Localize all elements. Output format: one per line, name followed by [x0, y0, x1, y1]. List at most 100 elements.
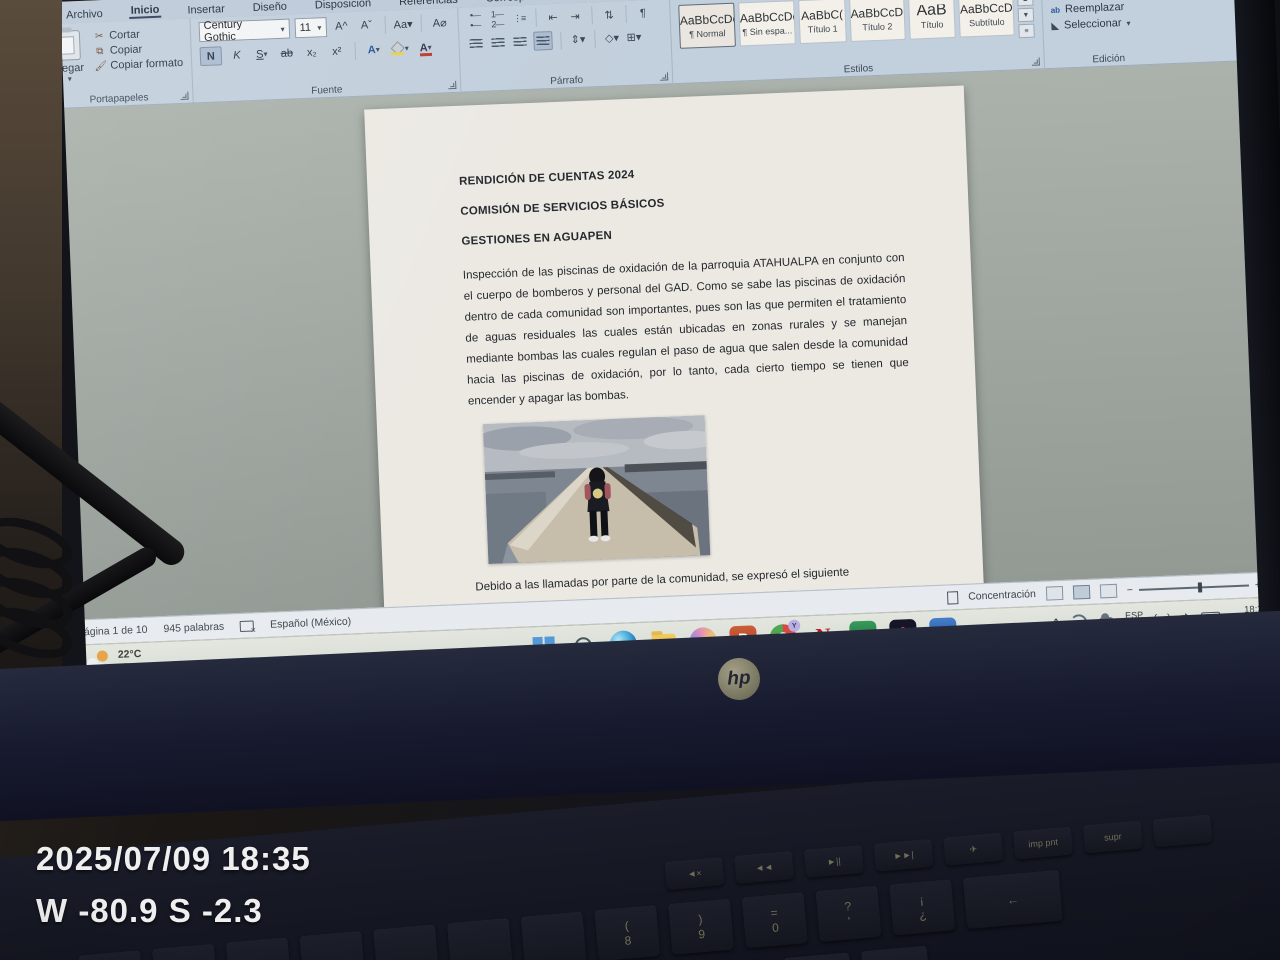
- styles-more-button[interactable]: ≡: [1018, 24, 1035, 39]
- tab-insertar[interactable]: Insertar: [185, 3, 227, 17]
- style-titulo[interactable]: AaBTítulo: [908, 0, 957, 40]
- style-titulo-2[interactable]: AaBbCcDTítulo 2: [849, 0, 905, 42]
- bullets-button[interactable]: •—•—: [466, 11, 484, 29]
- key-blank: [1152, 814, 1212, 847]
- tab-referencias[interactable]: Referencias: [397, 0, 460, 8]
- focus-icon: [947, 591, 959, 604]
- highlight-button[interactable]: ▾: [388, 40, 411, 58]
- chevron-down-icon: ▾: [68, 74, 72, 83]
- clear-format-button[interactable]: A⌀: [429, 14, 450, 32]
- sort-button[interactable]: ⇅: [600, 6, 618, 24]
- cut-button[interactable]: ✂Cortar: [93, 27, 182, 43]
- shading-button[interactable]: ◇▾: [603, 29, 621, 47]
- key-0: = 0: [742, 892, 808, 948]
- key-supr: supr: [1083, 821, 1143, 854]
- zoom-thumb[interactable]: [1198, 583, 1202, 593]
- web-layout-button[interactable]: [1100, 584, 1118, 599]
- font-size-select[interactable]: 11▾: [294, 17, 327, 38]
- weather-temp: 22°C: [118, 648, 142, 661]
- key-next-track: ►►|: [874, 839, 934, 872]
- shrink-font-button[interactable]: Aˇ: [356, 17, 377, 35]
- subscript-button[interactable]: x₂: [301, 43, 322, 61]
- key-play-pause: ►||: [804, 845, 864, 878]
- key-airplane: ✈: [943, 833, 1003, 866]
- doc-paragraph: Inspección de las piscinas de oxidación …: [463, 248, 911, 412]
- group-fuente: Century Gothic▾ 11▾ A^ Aˇ Aa▾ A⌀ N K S▾ …: [190, 8, 461, 103]
- show-marks-button[interactable]: ¶: [634, 4, 652, 22]
- grow-font-button[interactable]: A^: [331, 18, 352, 36]
- key-9: ) 9: [668, 899, 734, 955]
- style-sin-espaciado[interactable]: AaBbCcDc¶ Sin espa...: [738, 0, 796, 46]
- document-area: RENDICIÓN DE CUENTAS 2024 COMISIÓN DE SE…: [46, 61, 1271, 620]
- key-blank: [152, 944, 218, 960]
- copy-button[interactable]: ⧉Copiar: [94, 42, 183, 58]
- word-count[interactable]: 945 palabras: [163, 621, 224, 635]
- style-subtitulo[interactable]: AaBbCcDSubtítulo: [958, 0, 1014, 38]
- underline-button[interactable]: S▾: [252, 45, 273, 63]
- read-mode-button[interactable]: [1046, 586, 1064, 601]
- italic-button[interactable]: K: [227, 46, 248, 64]
- laptop-screen: Archivo Inicio Insertar Diseño Disposici…: [42, 0, 1274, 694]
- select-button[interactable]: ◣Seleccionar▾: [1051, 15, 1163, 31]
- profile-badge: Y: [788, 620, 800, 632]
- language-indicator[interactable]: Español (México): [270, 616, 352, 631]
- key-mute: ◄×: [664, 857, 724, 890]
- strikethrough-button[interactable]: ab: [276, 44, 297, 62]
- bold-button[interactable]: N: [200, 46, 223, 66]
- focus-mode[interactable]: Concentración: [968, 588, 1036, 603]
- tab-diseno[interactable]: Diseño: [250, 1, 289, 15]
- replace-button[interactable]: abReemplazar: [1050, 0, 1162, 16]
- dialog-launcher-icon[interactable]: [660, 72, 668, 80]
- document-page[interactable]: RENDICIÓN DE CUENTAS 2024 COMISIÓN DE SE…: [364, 86, 984, 616]
- key-backspace: ←: [963, 870, 1063, 929]
- document-photo[interactable]: [483, 416, 710, 565]
- format-painter-button[interactable]: 🖌Copiar formato: [94, 57, 183, 73]
- text-effects-button[interactable]: A▾: [363, 41, 384, 59]
- group-portapapeles: Pegar ▾ ✂Cortar ⧉Copiar 🖌Copiar formato …: [42, 19, 193, 109]
- tab-inicio[interactable]: Inicio: [128, 4, 161, 19]
- styles-scroll-down[interactable]: ▼: [1018, 8, 1035, 23]
- align-center-button[interactable]: [489, 34, 507, 52]
- dialog-launcher-icon[interactable]: [448, 81, 456, 89]
- scissors-icon: ✂: [93, 30, 105, 41]
- group-estilos: AaBbCcDc¶ Normal AaBbCcDc¶ Sin espa... A…: [670, 0, 1045, 83]
- key-8: ( 8: [594, 905, 660, 960]
- dialog-launcher-icon[interactable]: [1032, 57, 1040, 65]
- borders-button[interactable]: ⊞▾: [625, 28, 643, 46]
- decrease-indent-button[interactable]: ⇤: [544, 8, 562, 26]
- print-layout-button[interactable]: [1073, 585, 1091, 600]
- overlay-gps-coords: W -80.9 S -2.3: [36, 892, 311, 930]
- zoom-out-button[interactable]: −: [1127, 584, 1134, 596]
- zoom-slider[interactable]: − +: [1127, 579, 1262, 596]
- key-apostrophe: ? ': [815, 886, 881, 942]
- doc-heading-1: RENDICIÓN DE CUENTAS 2024: [459, 158, 901, 188]
- justify-button[interactable]: [533, 31, 553, 51]
- dialog-launcher-icon[interactable]: [180, 92, 188, 100]
- key-blank: [78, 950, 144, 960]
- increase-indent-button[interactable]: ⇥: [566, 7, 584, 25]
- camera-overlay: 2025/07/09 18:35 W -80.9 S -2.3: [36, 840, 311, 930]
- key-blank: [447, 918, 513, 960]
- superscript-button[interactable]: x²: [326, 42, 347, 60]
- style-titulo-1[interactable]: AaBbC(Título 1: [798, 0, 847, 44]
- page-indicator[interactable]: Página 1 de 10: [77, 624, 148, 639]
- key-blank: [521, 911, 587, 960]
- font-family-select[interactable]: Century Gothic▾: [199, 19, 290, 43]
- align-left-button[interactable]: [467, 35, 485, 53]
- tab-archivo[interactable]: Archivo: [64, 8, 105, 22]
- highlight-icon: [391, 42, 405, 55]
- key-blank: [373, 924, 439, 960]
- styles-scroll-up[interactable]: ▲: [1017, 0, 1034, 6]
- align-right-button[interactable]: [511, 33, 529, 51]
- proofing-icon[interactable]: [240, 620, 254, 632]
- key-blank: [861, 946, 932, 960]
- key-blank: [783, 952, 854, 960]
- group-parrafo: •—•— 1—2— ⋮≡ ⇤ ⇥ ⇅ ¶ ⇕▾: [458, 0, 673, 92]
- font-color-button[interactable]: A▾: [415, 39, 436, 57]
- numbering-button[interactable]: 1—2—: [488, 10, 506, 28]
- line-spacing-button[interactable]: ⇕▾: [569, 31, 587, 49]
- multilevel-list-button[interactable]: ⋮≡: [510, 9, 528, 27]
- change-case-button[interactable]: Aa▾: [393, 15, 414, 33]
- style-normal[interactable]: AaBbCcDc¶ Normal: [678, 3, 736, 49]
- tab-disposicion[interactable]: Disposición: [313, 0, 374, 12]
